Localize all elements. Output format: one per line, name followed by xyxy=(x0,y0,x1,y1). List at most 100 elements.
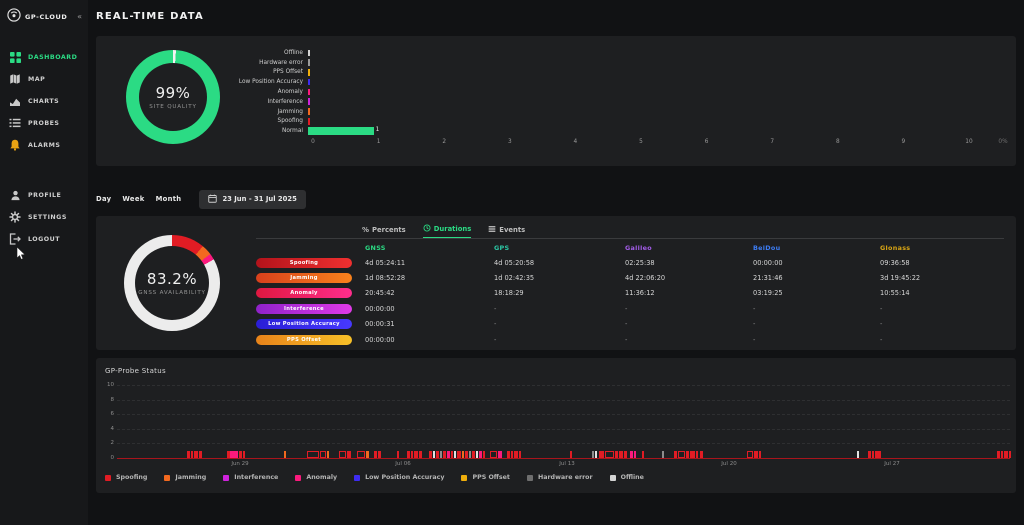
timeline-event xyxy=(570,451,572,458)
legend-swatch xyxy=(527,475,533,481)
timeline-x-tick-label: Jul 20 xyxy=(721,461,736,467)
hbar-category-label: Normal xyxy=(96,128,308,134)
duration-value: - xyxy=(753,301,880,316)
period-option-week[interactable]: Week xyxy=(122,195,144,203)
timeline-event xyxy=(634,451,636,458)
timeline-event xyxy=(357,451,365,458)
timeline-event xyxy=(1001,451,1003,458)
sidebar-item-profile[interactable]: PROFILE xyxy=(0,184,88,206)
sidebar-item-probes[interactable]: PROBES xyxy=(0,112,88,134)
sidebar-item-label: LOGOUT xyxy=(28,236,60,243)
legend-label: Low Position Accuracy xyxy=(365,474,444,481)
legend-item-hardware-error: Hardware error xyxy=(527,474,593,481)
durations-table-header: GNSSGPSGalileoBeiDouGlonass xyxy=(256,238,1004,255)
timeline-event xyxy=(519,451,521,458)
timeline-event xyxy=(443,451,446,458)
period-option-day[interactable]: Day xyxy=(96,195,111,203)
legend-swatch xyxy=(461,475,467,481)
realtime-status-bar-chart: OfflineHardware errorPPS OffsetLow Posit… xyxy=(96,48,1006,148)
hbar-x-tick-label: 8 xyxy=(836,139,840,145)
sidebar-item-dashboard[interactable]: DASHBOARD xyxy=(0,46,88,68)
hbar-x-tick-label: 2 xyxy=(442,139,446,145)
duration-value: - xyxy=(880,332,1004,347)
sidebar-item-charts[interactable]: CHARTS xyxy=(0,90,88,112)
hbar-row-offline: Offline xyxy=(96,48,1006,58)
duration-value: 4d 05:20:58 xyxy=(494,255,625,270)
duration-value: - xyxy=(625,317,753,332)
hbar-axis-extra-label: 0% xyxy=(998,139,1007,145)
duration-value: 10:55:14 xyxy=(880,286,1004,301)
timeline-y-tick-label: 10 xyxy=(100,382,114,388)
hbar-value-label: 1 xyxy=(376,127,380,135)
settings-gear-icon xyxy=(9,211,21,223)
realtime-status-panel: 99% SITE QUALITY OfflineHardware errorPP… xyxy=(96,36,1016,166)
hbar-x-tick-label: 9 xyxy=(902,139,906,145)
duration-value: - xyxy=(494,301,625,316)
timeline-event xyxy=(511,451,513,458)
probe-status-title: GP-Probe Status xyxy=(105,367,166,375)
duration-value: 18:18:29 xyxy=(494,286,625,301)
timeline-event xyxy=(642,451,644,458)
timeline-x-tick-label: Jul 13 xyxy=(559,461,574,467)
hbar-plot-area xyxy=(308,117,1006,127)
calendar-icon xyxy=(208,194,217,205)
timeline-event xyxy=(199,451,202,458)
sidebar-item-label: PROFILE xyxy=(28,192,61,199)
hbar-category-tick xyxy=(308,59,310,66)
legend-label: Offline xyxy=(621,474,644,481)
timeline-event xyxy=(284,451,286,458)
event-type-pill: Low Position Accuracy xyxy=(256,319,352,329)
column-header-beidou: BeiDou xyxy=(753,244,880,252)
duration-value: 00:00:31 xyxy=(365,317,494,332)
timeline-event xyxy=(857,451,859,458)
map-icon xyxy=(9,73,21,85)
timeline-gridline xyxy=(117,400,1010,401)
sidebar-item-map[interactable]: MAP xyxy=(0,68,88,90)
tab-percents[interactable]: %Percents xyxy=(362,226,406,237)
tab-label: Durations xyxy=(434,225,472,233)
period-option-month[interactable]: Month xyxy=(156,195,182,203)
event-type-pill: Interference xyxy=(256,304,352,314)
sidebar-item-logout[interactable]: LOGOUT xyxy=(0,228,88,250)
sidebar-collapse-button[interactable]: « xyxy=(77,13,82,21)
main-content: REAL-TIME DATA 99% SITE QUALITY OfflineH… xyxy=(88,0,1024,525)
hbar-x-axis: 0123456789100% xyxy=(313,136,1006,148)
sidebar-item-label: MAP xyxy=(28,76,45,83)
timeline-event xyxy=(483,451,485,458)
legend-swatch xyxy=(295,475,301,481)
timeline-y-tick-label: 8 xyxy=(100,397,114,403)
timeline-y-tick-label: 0 xyxy=(100,455,114,461)
hbar-row-jamming: Jamming xyxy=(96,107,1006,117)
date-range-picker[interactable]: 23 Jun - 31 Jul 2025 xyxy=(199,190,305,209)
timeline-event xyxy=(411,451,413,458)
timeline-event xyxy=(347,451,351,458)
sidebar-item-alarms[interactable]: ALARMS xyxy=(0,134,88,156)
duration-value: - xyxy=(753,317,880,332)
legend-item-offline: Offline xyxy=(610,474,644,481)
legend-swatch xyxy=(354,475,360,481)
gnss-availability-label: GNSS AVAILABILITY xyxy=(138,290,206,296)
timeline-event xyxy=(630,451,633,458)
probes-list-icon xyxy=(9,117,21,129)
tab-durations[interactable]: Durations xyxy=(423,224,472,238)
hbar-row-low-position-accuracy: Low Position Accuracy xyxy=(96,77,1006,87)
legend-swatch xyxy=(610,475,616,481)
gnss-availability-donut: 83.2% GNSS AVAILABILITY xyxy=(124,235,220,331)
timeline-event xyxy=(462,451,464,458)
timeline-event xyxy=(457,451,461,458)
legend-item-jamming: Jamming xyxy=(164,474,206,481)
duration-value: 3d 19:45:22 xyxy=(880,270,1004,285)
timeline-event xyxy=(433,451,435,458)
timeline-event xyxy=(243,451,245,458)
app-name: GP-CLOUD xyxy=(25,13,67,21)
timeline-event xyxy=(429,451,432,458)
sidebar-item-settings[interactable]: SETTINGS xyxy=(0,206,88,228)
hbar-category-label: Interference xyxy=(96,99,308,105)
timeline-event xyxy=(747,451,753,458)
duration-value: 1d 02:42:35 xyxy=(494,270,625,285)
timeline-event xyxy=(592,451,594,458)
durations-row-spoofing: Spoofing4d 05:24:114d 05:20:5802:25:3800… xyxy=(256,255,1004,270)
hbar-category-label: Jamming xyxy=(96,109,308,115)
duration-value: 00:00:00 xyxy=(365,332,494,347)
tab-events[interactable]: Events xyxy=(488,225,525,238)
